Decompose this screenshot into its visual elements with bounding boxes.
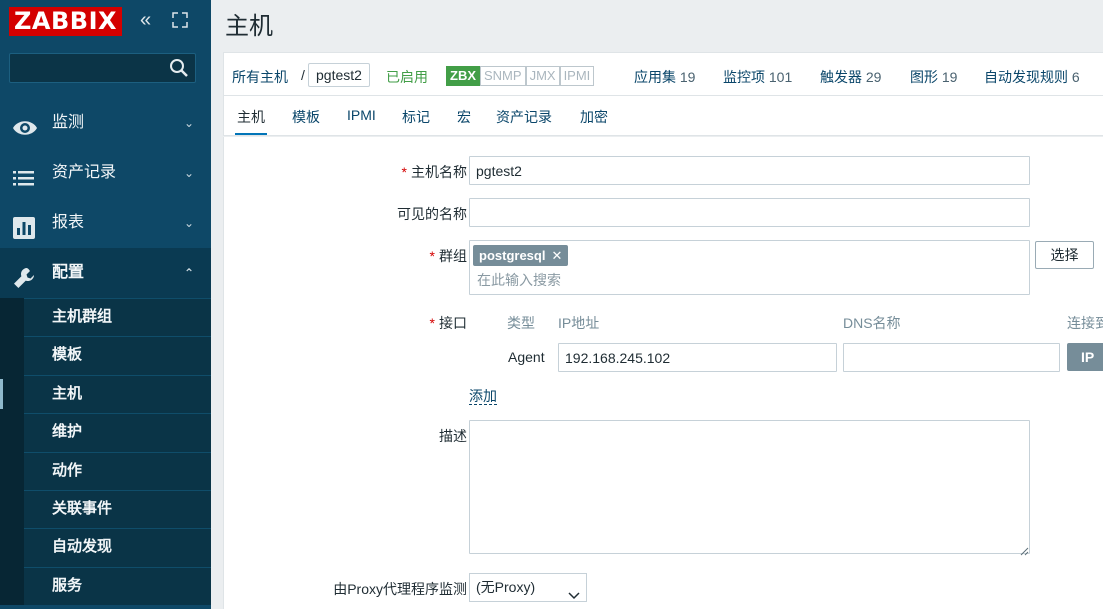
tab-templates[interactable]: 模板	[292, 107, 320, 127]
interface-ip-input[interactable]	[558, 343, 837, 372]
submenu-item-maintenance[interactable]: 维护	[0, 413, 211, 452]
chevron-down-icon: ⌄	[183, 216, 194, 230]
kiosk-mode-icon[interactable]	[172, 12, 188, 28]
breadcrumb-separator: /	[301, 67, 305, 83]
menu-item-reports[interactable]: 报表 ⌄	[0, 198, 211, 248]
menu-label: 报表	[52, 214, 85, 231]
eye-icon	[12, 111, 37, 135]
interface-dns-input[interactable]	[843, 343, 1060, 372]
main-menu: 监测 ⌄ 资产记录 ⌄ 报表 ⌄ 配置 ⌃ 主机群组 模板 主机 维护 动作 关…	[0, 98, 211, 606]
tab-macros[interactable]: 宏	[457, 107, 471, 127]
proxy-label: 由Proxy代理程序监测	[333, 581, 467, 597]
submenu-item-hosts[interactable]: 主机	[0, 374, 211, 414]
link-applications[interactable]: 应用集 19	[634, 67, 695, 87]
submenu-item-actions[interactable]: 动作	[0, 451, 211, 490]
link-items[interactable]: 监控项 101	[723, 67, 792, 87]
menu-item-monitoring[interactable]: 监测 ⌄	[0, 98, 211, 148]
zabbix-logo[interactable]: ZABBIX	[9, 7, 122, 36]
chevron-down-icon	[568, 583, 580, 600]
description-label: 描述	[439, 428, 467, 444]
chevron-up-icon: ⌃	[183, 266, 194, 280]
main-content: 主机 所有主机 / pgtest2 已启用 ZBX SNMP JMX IPMI …	[211, 0, 1103, 609]
list-icon	[12, 161, 36, 186]
proxy-select[interactable]: (无Proxy)	[469, 573, 587, 602]
tab-inventory[interactable]: 资产记录	[496, 107, 552, 127]
select-groups-button[interactable]: 选择	[1035, 241, 1094, 269]
menu-item-configuration[interactable]: 配置 ⌃	[0, 248, 211, 298]
breadcrumb-all-hosts[interactable]: 所有主机	[232, 67, 288, 87]
visible-name-input[interactable]	[469, 198, 1030, 227]
host-form: *主机名称 可见的名称 *群组 postgresql✕ 在此输入搜索 选择 *接…	[223, 137, 1103, 609]
group-tag-postgresql: postgresql ✕	[473, 245, 569, 266]
sidebar: ZABBIX « 监测 ⌄ 资产记录 ⌄ 报表 ⌄ 配置 ⌃ 主机群组 模板 主…	[0, 0, 211, 609]
visible-name-label: 可见的名称	[397, 206, 467, 222]
submenu-item-event-correlation[interactable]: 关联事件	[0, 489, 211, 529]
submenu-item-discovery[interactable]: 自动发现	[0, 528, 211, 567]
submenu-item-services[interactable]: 服务	[0, 566, 211, 606]
host-name-label: * 主机名称	[401, 164, 467, 180]
availability-indicators: ZBX SNMP JMX IPMI	[446, 66, 595, 86]
interface-type-header: 类型	[507, 315, 535, 331]
interface-connect-header: 连接到	[1067, 315, 1103, 331]
menu-label: 配置	[52, 264, 85, 281]
availability-jmx: JMX	[525, 66, 560, 86]
collapse-sidebar-icon[interactable]: «	[140, 9, 151, 32]
description-textarea[interactable]	[469, 420, 1030, 554]
breadcrumb-current-host: pgtest2	[308, 63, 370, 87]
submenu-item-templates[interactable]: 模板	[0, 336, 211, 375]
chevron-down-icon: ⌄	[183, 116, 194, 130]
interface-ip-header: IP地址	[558, 315, 600, 331]
host-tabs: 主机 模板 IPMI 标记 宏 资产记录 加密	[223, 96, 1103, 136]
host-navigation-bar: 所有主机 / pgtest2 已启用 ZBX SNMP JMX IPMI 应用集…	[223, 52, 1103, 96]
host-status-enabled[interactable]: 已启用	[386, 67, 428, 87]
interface-type-agent: Agent	[508, 349, 545, 365]
page-title: 主机	[225, 13, 273, 40]
tab-host[interactable]: 主机	[235, 107, 267, 135]
interfaces-label: * 接口	[429, 315, 467, 331]
chevron-down-icon: ⌄	[183, 166, 194, 180]
menu-label: 监测	[52, 114, 85, 131]
host-name-input[interactable]	[469, 156, 1030, 185]
add-interface-link[interactable]: 添加	[469, 388, 497, 405]
groups-label: * 群组	[429, 248, 467, 264]
sidebar-tools: «	[140, 9, 200, 32]
availability-zbx: ZBX	[446, 66, 480, 86]
search-icon[interactable]	[169, 58, 189, 78]
menu-item-inventory[interactable]: 资产记录 ⌄	[0, 148, 211, 198]
interface-dns-header: DNS名称	[843, 315, 901, 331]
menu-label: 资产记录	[52, 164, 117, 181]
configuration-submenu: 主机群组 模板 主机 维护 动作 关联事件 自动发现 服务	[0, 298, 211, 606]
submenu-item-host-groups[interactable]: 主机群组	[0, 298, 211, 337]
link-discovery-rules[interactable]: 自动发现规则 6	[984, 67, 1080, 87]
availability-snmp: SNMP	[480, 66, 526, 86]
tab-tags[interactable]: 标记	[402, 107, 430, 127]
connect-to-ip-button[interactable]: IP	[1067, 343, 1103, 371]
remove-tag-icon[interactable]: ✕	[551, 248, 562, 263]
bar-chart-icon	[12, 211, 36, 239]
wrench-icon	[12, 261, 36, 288]
link-graphs[interactable]: 图形 19	[910, 67, 957, 87]
tab-ipmi[interactable]: IPMI	[347, 107, 376, 123]
tab-encryption[interactable]: 加密	[580, 107, 608, 127]
availability-ipmi: IPMI	[559, 66, 595, 86]
resize-grip-icon[interactable]	[1019, 543, 1029, 556]
groups-search-placeholder[interactable]: 在此输入搜索	[477, 270, 561, 290]
sidebar-search-input[interactable]	[9, 53, 196, 83]
link-triggers[interactable]: 触发器 29	[820, 67, 881, 87]
